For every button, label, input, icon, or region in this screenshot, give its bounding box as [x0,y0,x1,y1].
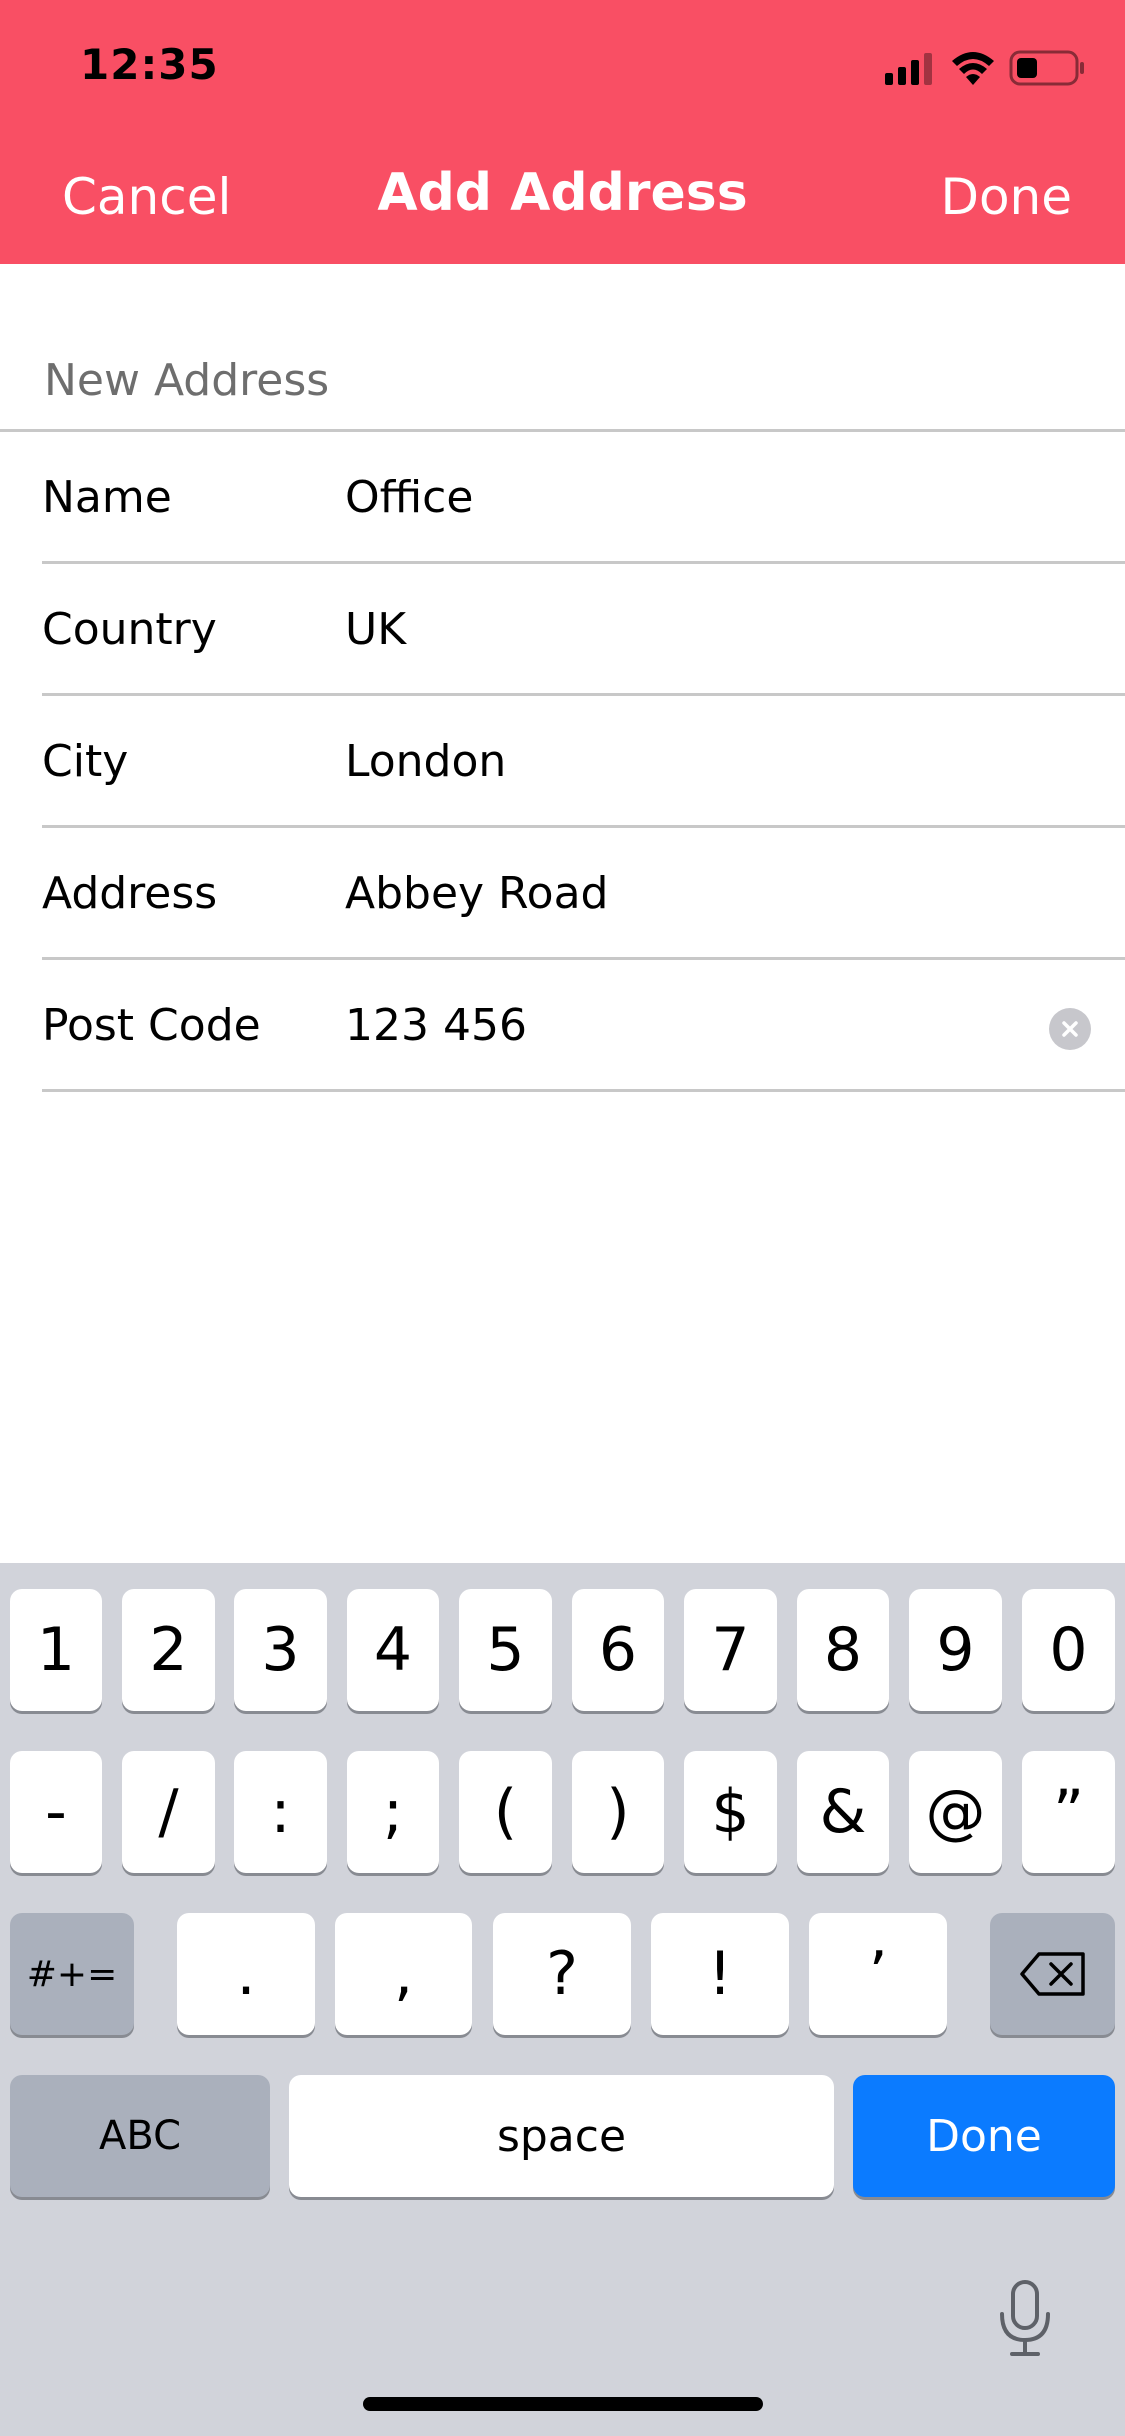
key-comma[interactable]: , [335,1913,472,2035]
section-title: New Address [44,355,330,406]
key-period[interactable]: . [177,1913,315,2035]
key-ampersand[interactable]: & [797,1751,889,1873]
space-key[interactable]: space [289,2075,834,2197]
key-3[interactable]: 3 [234,1589,327,1711]
cellular-signal-icon [885,53,932,85]
microphone-icon [1000,2280,1050,2356]
home-indicator [363,2397,763,2411]
key-semicolon[interactable]: ; [347,1751,439,1873]
form-row-post-code[interactable]: Post Code 123 456 [42,960,1125,1092]
key-question[interactable]: ? [493,1913,631,2035]
delete-key[interactable] [990,1913,1115,2035]
country-field[interactable]: UK [345,604,406,655]
status-icons [885,48,1085,88]
key-open-paren[interactable]: ( [459,1751,552,1873]
key-slash[interactable]: / [122,1751,215,1873]
abc-key[interactable]: ABC [10,2075,270,2197]
key-colon[interactable]: : [234,1751,327,1873]
symbols-toggle-key[interactable]: #+= [10,1913,134,2035]
key-5[interactable]: 5 [459,1589,552,1711]
key-hyphen[interactable]: - [10,1751,102,1873]
field-label: Name [42,472,172,523]
key-8[interactable]: 8 [797,1589,889,1711]
battery-icon [1009,50,1084,86]
form-row-name[interactable]: Name Office [42,432,1125,564]
key-1[interactable]: 1 [10,1589,102,1711]
cancel-button[interactable]: Cancel [62,168,231,226]
status-time: 12:35 [80,40,219,89]
address-field[interactable]: Abbey Road [345,868,608,919]
key-quote[interactable]: ” [1022,1751,1115,1873]
key-7[interactable]: 7 [684,1589,777,1711]
done-button[interactable]: Done [940,168,1072,226]
field-label: City [42,736,129,787]
wifi-icon [952,52,994,85]
key-4[interactable]: 4 [347,1589,439,1711]
field-label: Country [42,604,217,655]
post-code-field[interactable]: 123 456 [345,1000,527,1051]
key-apostrophe[interactable]: ’ [809,1913,947,2035]
dictation-button[interactable] [998,2280,1052,2362]
city-field[interactable]: London [345,736,506,787]
name-field[interactable]: Office [345,472,473,523]
backspace-icon [1019,1952,1085,1996]
field-label: Address [42,868,218,919]
keyboard-done-key[interactable]: Done [853,2075,1115,2197]
form-row-city[interactable]: City London [42,696,1125,828]
key-exclamation[interactable]: ! [651,1913,789,2035]
key-dollar[interactable]: $ [684,1751,777,1873]
form-row-country[interactable]: Country UK [42,564,1125,696]
navigation-header: 12:35 Cancel Add Address Done [0,0,1125,264]
key-2[interactable]: 2 [122,1589,215,1711]
key-0[interactable]: 0 [1022,1589,1115,1711]
form-row-address[interactable]: Address Abbey Road [42,828,1125,960]
field-label: Post Code [42,1000,261,1051]
key-at[interactable]: @ [909,1751,1002,1873]
key-close-paren[interactable]: ) [572,1751,664,1873]
key-9[interactable]: 9 [909,1589,1002,1711]
clear-text-icon[interactable] [1049,1008,1091,1050]
key-6[interactable]: 6 [572,1589,664,1711]
